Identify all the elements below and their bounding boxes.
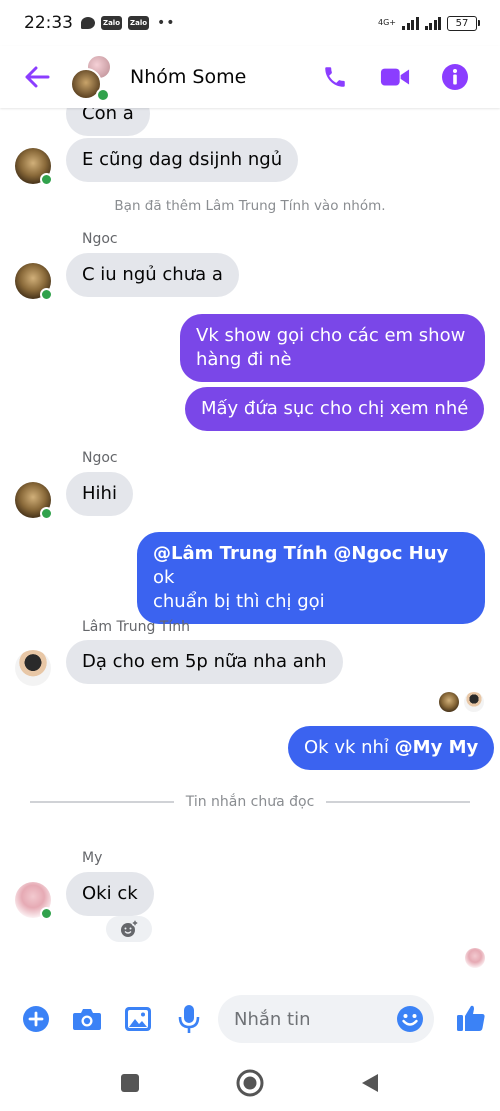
- thumbs-up-icon: [457, 1005, 485, 1031]
- gallery-button[interactable]: [122, 1003, 154, 1035]
- online-indicator: [40, 507, 53, 520]
- recent-apps-button[interactable]: [115, 1068, 145, 1098]
- message-input-wrap: [218, 995, 434, 1043]
- seen-avatar: [464, 692, 484, 712]
- seen-avatar: [465, 948, 485, 968]
- system-note: Bạn đã thêm Lâm Trung Tính vào nhóm.: [114, 198, 386, 214]
- message-text: Ok vk nhỉ: [304, 737, 395, 758]
- incoming-message[interactable]: Dạ cho em 5p nữa nha anh: [66, 640, 343, 684]
- circle-icon: [236, 1069, 264, 1097]
- status-time: 22:33: [24, 13, 73, 33]
- unread-divider: Tin nhắn chưa đọc: [30, 794, 471, 810]
- triangle-back-icon: [362, 1074, 378, 1092]
- sender-avatar[interactable]: [15, 650, 51, 686]
- more-actions-button[interactable]: [20, 1003, 52, 1035]
- like-button[interactable]: [456, 1003, 488, 1035]
- info-icon: [442, 64, 468, 90]
- message-text: chuẩn bị thì chị gọi: [153, 591, 325, 612]
- arrow-left-icon: [25, 66, 50, 88]
- incoming-message[interactable]: C iu ngủ chưa a: [66, 253, 239, 297]
- mention[interactable]: @Ngoc Huy: [333, 543, 448, 564]
- outgoing-message[interactable]: Mấy đứa sục cho chị xem nhé: [185, 387, 485, 431]
- group-avatar[interactable]: [68, 54, 118, 102]
- signal-icon: [424, 16, 441, 30]
- image-icon: [125, 1007, 151, 1031]
- chat-bubble-icon: [81, 17, 95, 29]
- emoji-icon[interactable]: [396, 1005, 424, 1033]
- info-button[interactable]: [440, 62, 470, 92]
- network-type: 4G+: [378, 18, 396, 27]
- chat-title[interactable]: Nhóm Some: [130, 66, 246, 88]
- unread-divider-label: Tin nhắn chưa đọc: [185, 794, 315, 810]
- battery-icon: 57: [447, 15, 480, 31]
- online-indicator: [96, 88, 110, 102]
- microphone-icon: [178, 1005, 200, 1033]
- online-indicator: [40, 288, 53, 301]
- signal-icon: [402, 16, 419, 30]
- voice-record-button[interactable]: [173, 1003, 205, 1035]
- camera-icon: [73, 1009, 101, 1030]
- status-bar: 22:33 Zalo Zalo •• 4G+ 57: [0, 0, 500, 46]
- mention[interactable]: @My My: [395, 737, 479, 758]
- composer-bar: [0, 990, 500, 1048]
- incoming-message[interactable]: Hihi: [66, 472, 133, 516]
- square-icon: [121, 1074, 139, 1092]
- sender-name: Ngoc: [82, 231, 118, 247]
- sender-name: Lâm Trung Tính: [82, 619, 190, 635]
- plus-circle-icon: [23, 1006, 49, 1032]
- sender-name: Ngoc: [82, 450, 118, 466]
- zalo-icon: Zalo: [101, 16, 123, 30]
- system-nav-bar: [0, 1055, 500, 1111]
- camera-button[interactable]: [71, 1003, 103, 1035]
- zalo-icon: Zalo: [128, 16, 150, 30]
- video-camera-icon: [380, 68, 410, 86]
- seen-avatar: [439, 692, 459, 712]
- sender-avatar[interactable]: [15, 882, 53, 920]
- outgoing-message[interactable]: Ok vk nhỉ @My My: [288, 726, 495, 770]
- smiley-plus-icon: [121, 919, 139, 937]
- message-text: ok: [153, 567, 175, 588]
- online-indicator: [40, 173, 53, 186]
- voice-call-button[interactable]: [320, 62, 350, 92]
- incoming-message[interactable]: Con a: [66, 108, 150, 136]
- notification-icons: Zalo Zalo ••: [81, 15, 176, 31]
- incoming-message[interactable]: E cũng dag dsijnh ngủ: [66, 138, 299, 182]
- back-nav-button[interactable]: [355, 1068, 385, 1098]
- mention[interactable]: @Lâm Trung Tính: [153, 543, 328, 564]
- outgoing-message[interactable]: Vk show gọi cho các em show hàng đi nè: [180, 314, 485, 382]
- sender-name: My: [82, 850, 103, 866]
- add-reaction-button[interactable]: [106, 916, 152, 942]
- battery-level: 57: [447, 15, 477, 31]
- sender-avatar[interactable]: [15, 263, 53, 301]
- back-button[interactable]: [20, 60, 54, 94]
- incoming-message[interactable]: Oki ck: [66, 872, 154, 916]
- chat-header: Nhóm Some: [0, 46, 500, 108]
- outgoing-message[interactable]: @Lâm Trung Tính @Ngoc Huy ok chuẩn bị th…: [137, 532, 485, 624]
- video-call-button[interactable]: [380, 62, 410, 92]
- sender-avatar[interactable]: [15, 482, 53, 520]
- online-indicator: [40, 907, 53, 920]
- phone-icon: [325, 67, 345, 87]
- more-notifications-icon: ••: [157, 15, 176, 31]
- sender-avatar[interactable]: [15, 148, 53, 186]
- home-button[interactable]: [235, 1068, 265, 1098]
- message-list[interactable]: Con a E cũng dag dsijnh ngủ Bạn đã thêm …: [0, 108, 500, 980]
